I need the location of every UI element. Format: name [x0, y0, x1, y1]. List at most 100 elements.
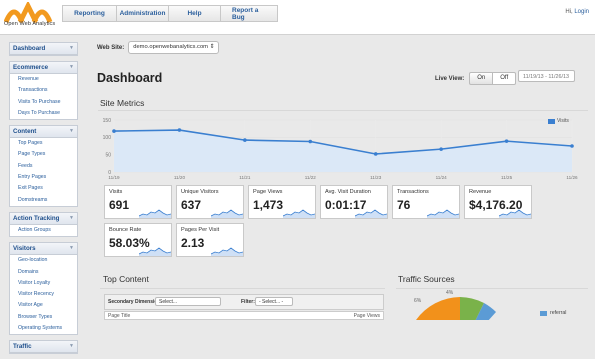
sparkline: [139, 209, 171, 218]
data-point: [439, 147, 443, 151]
sidebar-section-header[interactable]: Ecommerce ▼: [10, 62, 77, 74]
data-point: [177, 128, 182, 132]
sidebar-item[interactable]: Days To Purchase: [10, 108, 77, 119]
data-point: [504, 139, 509, 143]
sidebar-item[interactable]: Visitor Recency: [10, 289, 77, 300]
owa-logo[interactable]: [4, 2, 54, 32]
site-metrics-title: Site Metrics: [100, 98, 145, 108]
y-tick-label: 100: [103, 135, 112, 141]
data-point: [308, 139, 313, 144]
nav-help[interactable]: Help: [168, 5, 220, 22]
traffic-sources-title: Traffic Sources: [398, 274, 455, 284]
sidebar-item[interactable]: Feeds: [10, 161, 77, 172]
nav-administration[interactable]: Administration: [116, 5, 168, 22]
sidebar-section: Ecommerce ▼ Revenue Transactions Visits To P…: [9, 61, 78, 121]
metric-card: Pages Per Visit 2.13: [176, 223, 244, 257]
sparkline: [139, 247, 171, 256]
live-view-off-button[interactable]: Off: [493, 72, 517, 85]
sidebar-section: Action Tracking ▼ Action Groups: [9, 211, 78, 238]
y-tick-label: 50: [105, 152, 111, 158]
metric-label: Revenue: [469, 189, 492, 195]
sidebar-item[interactable]: Domstreams: [10, 195, 77, 206]
metric-label: Avg. Visit Duration: [325, 189, 371, 195]
sidebar-item[interactable]: Geo-location: [10, 255, 77, 266]
sidebar-dashboard-label: Dashboard: [13, 45, 46, 52]
sidebar: Dashboard ▼ Ecommerce ▼ Revenue Transaction…: [9, 42, 78, 359]
metric-label: Pages Per Visit: [181, 227, 220, 233]
live-view-label: Live View:: [435, 75, 465, 82]
sidebar-section-header[interactable]: Traffic ▼: [10, 341, 77, 354]
pie-slice-direct: [416, 297, 460, 320]
sidebar-item[interactable]: Domains: [10, 267, 77, 278]
sidebar-section: Visitors ▼ Geo-location Domains Visitor Loya…: [9, 242, 78, 336]
sidebar-section-header[interactable]: Visitors ▼: [10, 243, 77, 256]
metric-card: Visits 691: [104, 185, 172, 219]
sidebar-section-header[interactable]: Content ▼: [10, 126, 77, 139]
sidebar-item-dashboard[interactable]: Dashboard ▼: [10, 43, 77, 55]
sidebar-section-title: Content: [13, 128, 37, 136]
x-tick-label: 11/21: [239, 175, 251, 180]
sidebar-item[interactable]: Page Types: [10, 149, 77, 160]
greeting: Hi,: [565, 9, 575, 15]
chevron-down-icon: ▼: [69, 128, 74, 135]
metric-value: 1,473: [253, 198, 284, 212]
metric-value: 2.13: [181, 236, 205, 250]
traffic-legend: referral: [540, 310, 566, 316]
filter-label: Filter:: [241, 299, 255, 305]
login-link[interactable]: Login: [574, 9, 589, 15]
legend-referral: referral: [550, 310, 567, 316]
select-arrows-icon: ⇕: [209, 44, 215, 50]
nav-report-bug[interactable]: Report a Bug: [220, 5, 278, 22]
x-tick-label: 11/20: [174, 175, 186, 180]
website-value: demo.openwebanalytics.com: [133, 44, 208, 50]
chevron-down-icon: ▼: [69, 64, 74, 70]
pie-label-a: 6%: [414, 298, 422, 304]
website-select[interactable]: demo.openwebanalytics.com ⇕: [128, 41, 220, 54]
sidebar-item[interactable]: Exit Pages: [10, 183, 77, 194]
metric-card: Transactions 76: [392, 185, 460, 219]
metric-card: Revenue $4,176.20: [464, 185, 532, 219]
sparkline: [499, 209, 531, 218]
sidebar-item[interactable]: Browser Types: [10, 312, 77, 323]
x-tick-label: 11/23: [370, 175, 382, 180]
live-view-on-button[interactable]: On: [469, 72, 494, 85]
col-page-views[interactable]: Page Views: [354, 313, 380, 319]
sidebar-item[interactable]: Visits To Purchase: [10, 97, 77, 108]
sidebar-item[interactable]: Operating Systems: [10, 323, 77, 334]
x-tick-label: 11/25: [501, 175, 513, 180]
col-page-title[interactable]: Page Title: [108, 313, 130, 319]
sparkline: [355, 209, 387, 218]
nav-reporting[interactable]: Reporting: [62, 5, 116, 22]
data-point: [570, 144, 574, 148]
sidebar-section-title: Traffic: [13, 343, 32, 351]
x-tick-label: 11/24: [436, 175, 448, 180]
metric-value: 691: [109, 198, 130, 212]
metric-value: 76: [397, 198, 411, 212]
metric-value: 637: [181, 198, 202, 212]
sidebar-item[interactable]: Entry Pages: [10, 172, 77, 183]
sidebar-item[interactable]: Visitor Loyalty: [10, 278, 77, 289]
divider: [98, 110, 588, 111]
sidebar-section-title: Visitors: [13, 245, 36, 253]
sidebar-section-header[interactable]: Action Tracking ▼: [10, 212, 77, 225]
chevron-down-icon: ▼: [69, 214, 74, 221]
sidebar-item[interactable]: Top Pages: [10, 138, 77, 149]
x-tick-label: 11/22: [305, 175, 317, 180]
metric-label: Unique Visitors: [181, 189, 219, 195]
sidebar-item[interactable]: Visitor Age: [10, 300, 77, 311]
website-selector: Web Site: demo.openwebanalytics.com ⇕: [97, 41, 220, 54]
legend-swatch-referral: [540, 310, 547, 316]
sparkline: [283, 209, 315, 218]
sidebar-item[interactable]: Revenue: [10, 74, 77, 85]
sparkline: [427, 209, 459, 218]
filter-select[interactable]: - Select... -: [255, 297, 293, 306]
y-tick-label: 150: [103, 118, 112, 124]
date-range-picker[interactable]: 11/19/13 - 11/26/13: [518, 70, 575, 82]
page-title: Dashboard: [97, 71, 163, 85]
chevron-down-icon: ▼: [69, 343, 74, 350]
sidebar-section: Content ▼ Top Pages Page Types Feeds Entry Pa…: [9, 125, 78, 207]
secondary-dimension-select[interactable]: Select...: [155, 297, 221, 306]
sparkline: [211, 247, 243, 256]
sidebar-item[interactable]: Action Groups: [10, 225, 77, 236]
sidebar-item[interactable]: Transactions: [10, 85, 77, 96]
